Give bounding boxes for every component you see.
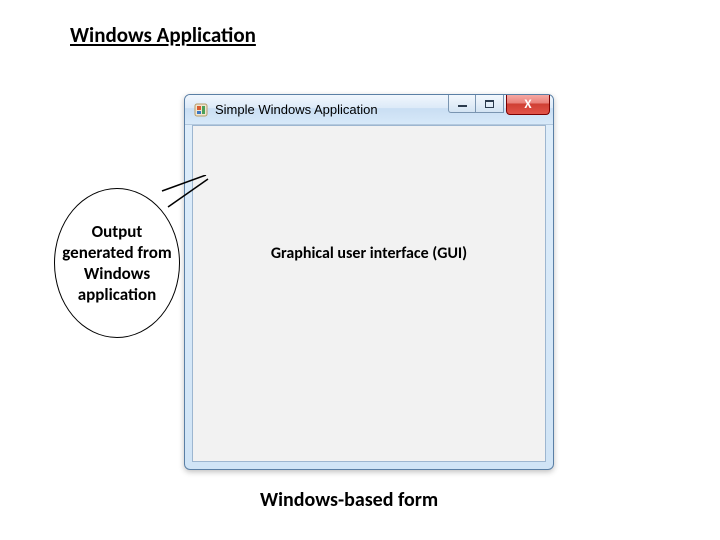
maximize-button[interactable] xyxy=(476,95,504,113)
callout-pointer-line xyxy=(160,175,220,215)
window-control-buttons: X xyxy=(448,95,550,115)
windows-form-window: Simple Windows Application X Graphical u… xyxy=(184,94,554,470)
client-area-label: Graphical user interface (GUI) xyxy=(271,244,467,263)
section-heading: Windows Application xyxy=(70,22,256,48)
callout-bubble: Output generated from Windows applicatio… xyxy=(54,188,180,338)
minimize-icon xyxy=(458,105,467,107)
window-client-area: Graphical user interface (GUI) xyxy=(192,125,546,462)
callout-text: Output generated from Windows applicatio… xyxy=(55,221,179,306)
minimize-button[interactable] xyxy=(448,95,476,113)
bottom-caption: Windows-based form xyxy=(260,488,438,512)
close-icon: X xyxy=(524,97,531,112)
window-titlebar: Simple Windows Application X xyxy=(185,95,553,125)
close-button[interactable]: X xyxy=(506,95,550,115)
maximize-icon xyxy=(485,100,494,108)
app-icon xyxy=(193,102,209,118)
